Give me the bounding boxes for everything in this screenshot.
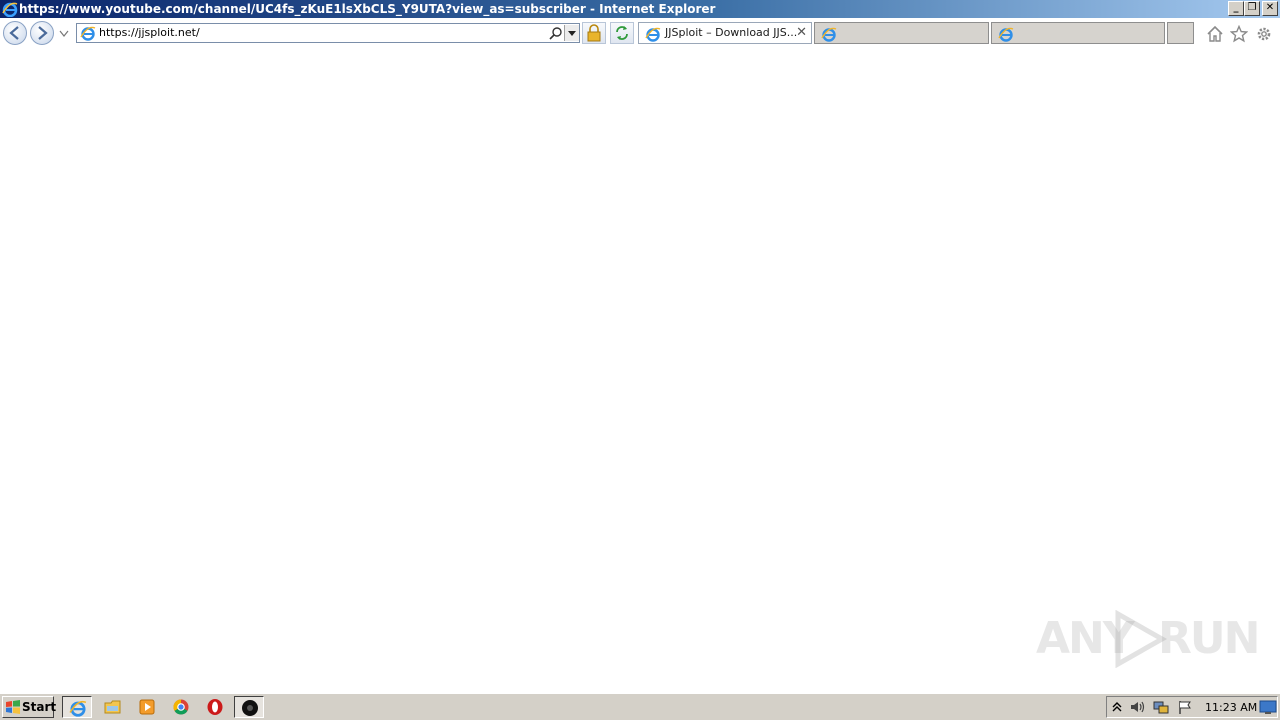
forward-arrow-icon [38,26,48,40]
watermark-right-text: RUN [1158,613,1260,664]
lock-icon [587,24,601,42]
taskbar: Start 11:23 AM [0,693,1280,720]
tab-ie-icon [821,27,837,42]
show-hidden-icons-icon[interactable] [1109,699,1125,715]
opera-icon [207,699,223,715]
taskbar-opera[interactable] [200,696,230,718]
address-dropdown-button[interactable] [564,25,579,41]
ie-logo-icon [2,2,18,17]
history-dropdown-icon[interactable] [59,30,69,38]
system-tray: 11:23 AM [1106,696,1278,718]
minimize-button[interactable]: _ [1228,1,1244,16]
folder-icon [104,700,121,714]
favorites-star-icon[interactable] [1230,25,1248,43]
back-arrow-icon [9,26,19,40]
address-url[interactable]: https://jjsploit.net/ [99,26,200,40]
home-icon[interactable] [1206,25,1224,43]
network-icon[interactable] [1153,699,1169,715]
action-center-flag-icon[interactable] [1177,699,1193,715]
ie-icon [69,700,87,717]
anyrun-watermark: ANY RUN [1036,606,1260,670]
tab-2[interactable] [814,22,989,44]
tab-ie-icon [645,27,661,42]
tab-label: JJSploit – Download JJS... [665,26,798,39]
show-desktop-icon[interactable] [1259,698,1277,716]
refresh-button[interactable] [610,22,634,44]
gear-icon[interactable] [1255,25,1273,43]
tab-jjsploit[interactable]: JJSploit – Download JJS... ✕ [638,22,812,44]
search-icon[interactable] [548,26,564,41]
page-content[interactable] [0,48,1280,691]
start-label: Start [22,700,57,714]
taskbar-media-player[interactable] [132,696,162,718]
close-window-button[interactable]: ✕ [1262,1,1278,16]
close-tab-icon[interactable]: ✕ [796,25,807,41]
security-lock-button[interactable] [582,22,606,44]
refresh-icon [616,26,628,40]
taskbar-unknown-app[interactable] [234,696,264,718]
media-player-icon [139,699,155,715]
title-bar[interactable]: https://www.youtube.com/channel/UC4fs_zK… [0,0,1280,18]
taskbar-explorer[interactable] [98,696,128,718]
taskbar-chrome[interactable] [166,696,196,718]
chrome-icon [173,699,189,715]
tab-ie-icon [998,27,1014,42]
restore-button[interactable]: ❐ [1244,1,1260,16]
forward-button[interactable] [30,21,54,45]
new-tab-button[interactable] [1167,22,1194,44]
back-button[interactable] [3,21,27,45]
page-ie-icon [80,26,96,41]
app-icon [242,700,258,716]
taskbar-internet-explorer[interactable] [62,696,92,718]
chevron-down-icon [568,31,576,36]
window-title: https://www.youtube.com/channel/UC4fs_zK… [19,2,716,16]
screen: https://www.youtube.com/channel/UC4fs_zK… [0,0,1280,720]
navigation-bar: https://jjsploit.net/ JJSploit – Downloa… [0,18,1280,48]
volume-icon[interactable] [1129,699,1145,715]
windows-flag-icon [6,700,20,714]
tab-3[interactable] [991,22,1165,44]
taskbar-clock[interactable]: 11:23 AM [1205,701,1257,715]
start-button[interactable]: Start [2,696,57,718]
address-bar[interactable]: https://jjsploit.net/ [76,23,580,43]
